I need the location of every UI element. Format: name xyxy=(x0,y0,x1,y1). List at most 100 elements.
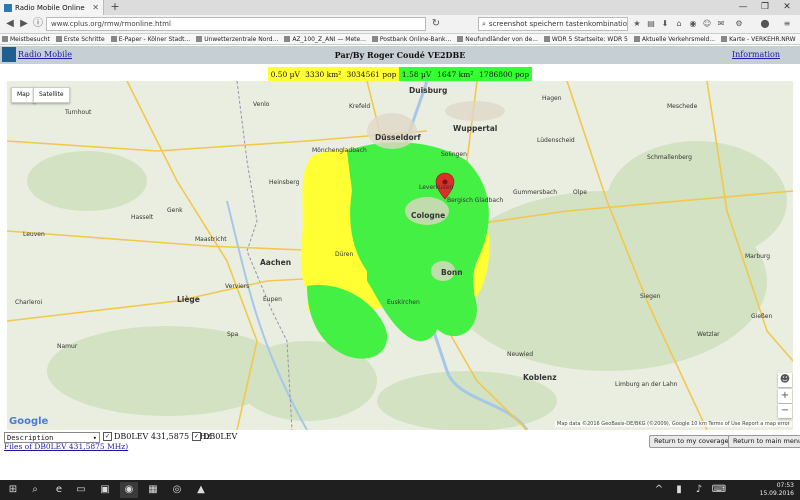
folder-icon[interactable]: ▭ xyxy=(72,482,90,498)
pocket-icon[interactable]: ◉ xyxy=(688,19,698,29)
minimize-icon[interactable]: — xyxy=(732,0,754,15)
checkbox-checked-icon[interactable]: ✓ xyxy=(103,432,112,441)
city-label: Marburg xyxy=(745,253,771,260)
bookmark-label: Postbank Online-Bank... xyxy=(379,35,452,43)
forward-icon[interactable]: ▶ xyxy=(18,18,30,30)
search-query-text: screenshot speichern tastenkombination xyxy=(488,20,628,28)
zoom-out-button[interactable]: − xyxy=(778,404,792,418)
info-icon[interactable]: ⓘ xyxy=(32,18,44,30)
city-label: Solingen xyxy=(441,151,467,158)
zoom-in-button[interactable]: + xyxy=(778,389,792,403)
new-tab-button[interactable]: + xyxy=(108,0,122,15)
city-label: Hagen xyxy=(542,95,562,102)
search-icon: ⌕ xyxy=(482,19,486,28)
city-label: Hasselt xyxy=(131,214,154,221)
city-label: Düren xyxy=(335,251,354,258)
street-view-pegman-icon[interactable]: ☻ xyxy=(778,373,792,387)
bookmark-favicon-icon xyxy=(457,36,464,42)
city-label: Namur xyxy=(57,343,78,350)
browser-tab-bar: Radio Mobile Online ✕ + — ❐ ✕ xyxy=(0,0,800,15)
bookmark-item[interactable]: Postbank Online-Bank... xyxy=(371,35,452,43)
back-icon[interactable]: ◀ xyxy=(4,18,16,30)
city-label: Eupen xyxy=(263,296,282,303)
bookmark-item[interactable]: Unwetterzentrale Nord... xyxy=(196,36,278,43)
city-label: Cologne xyxy=(411,211,446,220)
url-bar[interactable]: www.cplus.org/rmw/rmonline.html xyxy=(46,17,426,31)
checkbox-db0lev[interactable]: ✓ DB0LEV xyxy=(192,432,237,441)
bookmark-item[interactable]: WDR 5 Startseite: WDR 5 xyxy=(543,36,628,43)
bookmark-item[interactable]: AZ_100_Z_ANI — Mete... xyxy=(284,36,366,43)
coverage-legend: 0.50 µV 3330 km² 3034561 pop 1.58 µV 164… xyxy=(268,67,532,81)
bookmark-item[interactable]: E-Paper - Kölner Stadt... xyxy=(110,35,191,43)
bookmark-label: Meistbesucht xyxy=(10,35,50,43)
bookmark-item[interactable]: Karte - VERKEHR.NRW xyxy=(721,36,796,43)
bookmark-item[interactable]: Erste Schritte xyxy=(55,36,105,43)
legend-green-pop: 1786800 pop xyxy=(479,69,530,79)
keyboard-icon[interactable]: ⌨ xyxy=(710,482,728,498)
bookmark-item[interactable]: Neufundländer von de... xyxy=(457,36,538,43)
legend-green-level: 1.58 µV xyxy=(401,69,432,79)
city-label: Gießen xyxy=(751,313,773,320)
calculator-icon[interactable]: ▦ xyxy=(144,482,162,498)
reload-icon[interactable]: ↻ xyxy=(430,18,442,30)
bookmark-label: Neufundländer von de... xyxy=(465,35,538,43)
edge-browser-icon[interactable]: e xyxy=(50,482,68,498)
city-label: Duisburg xyxy=(409,86,448,95)
city-label: Turnhout xyxy=(65,109,92,116)
network-icon[interactable]: ▮ xyxy=(670,482,688,498)
tab-title: Radio Mobile Online xyxy=(15,3,85,12)
files-link[interactable]: Files of DB0LEV 431,5875 MHz) xyxy=(4,442,128,451)
clipboard-icon[interactable]: ▤ xyxy=(646,19,656,29)
close-tab-icon[interactable]: ✕ xyxy=(92,3,99,12)
map-attribution[interactable]: Map data ©2016 GeoBasis-DE/BKG (©2009), … xyxy=(555,421,792,427)
bookmark-favicon-icon xyxy=(2,36,8,42)
maximize-icon[interactable]: ❐ xyxy=(754,0,776,15)
site-favicon-icon xyxy=(4,3,12,12)
city-label: Siegen xyxy=(640,293,661,300)
return-coverages-button[interactable]: Return to my coverages xyxy=(649,435,738,448)
bookmark-label: E-Paper - Kölner Stadt... xyxy=(118,35,191,43)
bookmark-favicon-icon xyxy=(371,36,378,42)
chevron-down-icon: ▾ xyxy=(92,433,97,442)
city-label: Heinsberg xyxy=(269,179,300,186)
browser-tab[interactable]: Radio Mobile Online ✕ xyxy=(0,0,104,15)
volume-icon[interactable]: ♪ xyxy=(690,482,708,498)
tray-expand-icon[interactable]: ^ xyxy=(650,482,668,498)
information-link[interactable]: Information xyxy=(732,50,780,59)
media-icon[interactable]: ◎ xyxy=(168,482,186,498)
checkbox-checked-icon[interactable]: ✓ xyxy=(192,432,201,441)
map-type-satellite-button[interactable]: Satellite xyxy=(33,87,70,103)
adblock-icon[interactable]: ⬤ xyxy=(760,19,770,29)
search-taskbar-icon[interactable]: ⌕ xyxy=(26,482,44,498)
author-title: Par/By Roger Coudé VE2DBE xyxy=(334,50,466,60)
home-icon[interactable]: ⌂ xyxy=(674,19,684,29)
system-clock[interactable]: 07:53 15.09.2016 xyxy=(760,482,794,498)
city-label: Wuppertal xyxy=(453,124,498,133)
city-label: Aachen xyxy=(260,258,292,267)
map-type-map-button[interactable]: Map xyxy=(11,87,36,103)
bookmark-star-icon[interactable]: ★ xyxy=(632,19,642,29)
city-label: Schmallenberg xyxy=(647,154,692,161)
checkbox-label: DB0LEV xyxy=(203,432,238,441)
bookmark-item[interactable]: Meistbesucht xyxy=(2,36,50,43)
windows-start-icon[interactable]: ⊞ xyxy=(4,482,22,498)
chat-icon[interactable]: ☺ xyxy=(702,19,712,29)
city-label: Genk xyxy=(167,207,183,214)
download-icon[interactable]: ⬇ xyxy=(660,19,670,29)
bookmark-item[interactable]: Aktuelle Verkehrsmeld... xyxy=(633,36,715,43)
coverage-map[interactable]: Map Satellite Duisburg Krefeld Düsseldor… xyxy=(7,81,793,430)
store-icon[interactable]: ▣ xyxy=(96,482,114,498)
menu-icon[interactable]: ≡ xyxy=(782,19,792,29)
city-label: Leuven xyxy=(23,231,45,238)
close-window-icon[interactable]: ✕ xyxy=(776,0,798,15)
city-label: Venlo xyxy=(253,101,270,108)
extension-icon[interactable]: ⚙ xyxy=(734,19,744,29)
legend-yellow-level: 0.50 µV xyxy=(270,69,300,79)
photos-icon[interactable]: ▲ xyxy=(192,482,210,498)
addon-icon[interactable]: ✉ xyxy=(716,19,726,29)
search-input[interactable]: ⌕ screenshot speichern tastenkombination xyxy=(478,17,628,31)
bookmark-favicon-icon xyxy=(55,36,62,42)
return-main-menu-button[interactable]: Return to main menu xyxy=(728,435,800,448)
firefox-icon[interactable]: ◉ xyxy=(120,482,138,498)
legend-yellow: 0.50 µV 3330 km² 3034561 pop xyxy=(268,67,399,81)
